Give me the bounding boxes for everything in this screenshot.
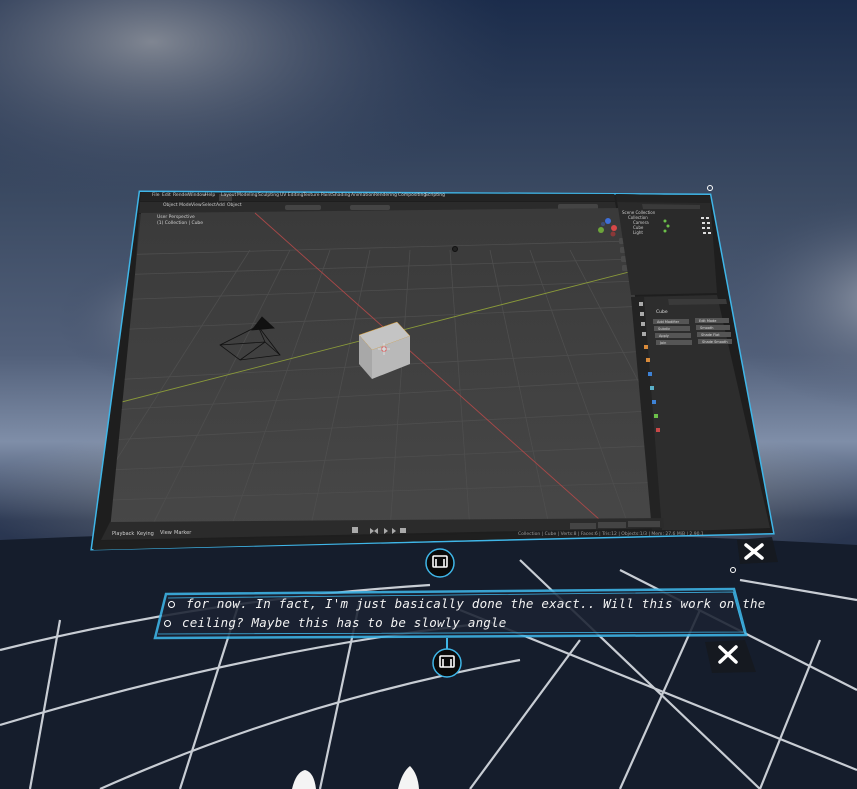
viewport-mode-selector[interactable]: Object Mode [163,203,191,208]
menu-file[interactable]: File [152,193,160,198]
workspace-tab-modeling[interactable]: Modeling [237,193,257,198]
shading-pills[interactable] [285,205,321,210]
viewport-info-perspective: User Perspective [157,214,195,220]
caption-bullet [168,601,175,608]
timeline-menu-keying[interactable]: Keying [137,531,154,537]
blender-window[interactable]: User Perspective (1) Collection | Cube S… [90,190,775,551]
menu-window[interactable]: Window [188,193,206,198]
prop-button-edit-mode[interactable]: Edit Mode [699,319,716,323]
prop-button-add-modifier[interactable]: Add Modifier [657,320,680,324]
prop-button-join[interactable]: Join [659,341,666,345]
menu-render[interactable]: Render [173,193,189,198]
viewport-info-collection: (1) Collection | Cube [157,220,203,226]
prop-button-smooth[interactable]: Smooth [700,326,714,330]
vr-scene: User Perspective (1) Collection | Cube S… [0,0,857,789]
caption-line-1: for now. In fact, I'm just basically don… [186,596,766,611]
transform-pills[interactable] [350,205,390,210]
prop-button-subdiv[interactable]: Subdiv [658,327,670,331]
workspace-tab-scripting[interactable]: Scripting [425,193,445,198]
workspace-tab-texture-paint[interactable]: Texture Paint [303,193,332,198]
workspace-tab-animation[interactable]: Animation [351,193,374,198]
light-object[interactable] [452,246,458,252]
window-drag-handle[interactable] [425,548,455,578]
prop-button-shade-smooth[interactable]: Shade Smooth [702,340,728,344]
caption-line-2: ceiling? Maybe this has to be slowly ang… [182,615,507,630]
viewport-menu-select[interactable]: Select [202,203,216,208]
viewport-menu-add[interactable]: Add [216,203,225,208]
menu-edit[interactable]: Edit [162,193,171,198]
prop-button-apply[interactable]: Apply [659,334,669,338]
timeline-menu-marker[interactable]: Marker [174,530,191,536]
timeline-menu-playback[interactable]: Playback [112,531,134,537]
viewport-menu-view[interactable]: View [191,203,202,208]
close-window-button[interactable] [737,537,778,564]
workspace-tab-layout-label[interactable]: Layout [221,193,236,198]
properties-object-name: Cube [656,309,668,315]
outliner-item-light[interactable]: Light [633,230,643,235]
workspace-tab-sculpting[interactable]: Sculpting [258,193,279,198]
caption-bullet [164,620,171,627]
viewport-menu-object[interactable]: Object [227,203,242,208]
properties-search[interactable] [668,299,727,305]
menu-help[interactable]: Help [205,193,215,198]
workspace-tab-compositing[interactable]: Compositing [398,193,426,198]
workspace-tab-uv-editing[interactable]: UV Editing [280,193,303,198]
workspace-tab-shading[interactable]: Shading [332,193,350,198]
status-bar-text: Collection | Cube | Verts:8 | Faces:6 | … [518,532,704,537]
workspace-tab-rendering[interactable]: Rendering [374,193,397,198]
prop-button-shade-flat[interactable]: Shade Flat [701,333,720,337]
timeline-menu-view[interactable]: View [160,530,172,536]
